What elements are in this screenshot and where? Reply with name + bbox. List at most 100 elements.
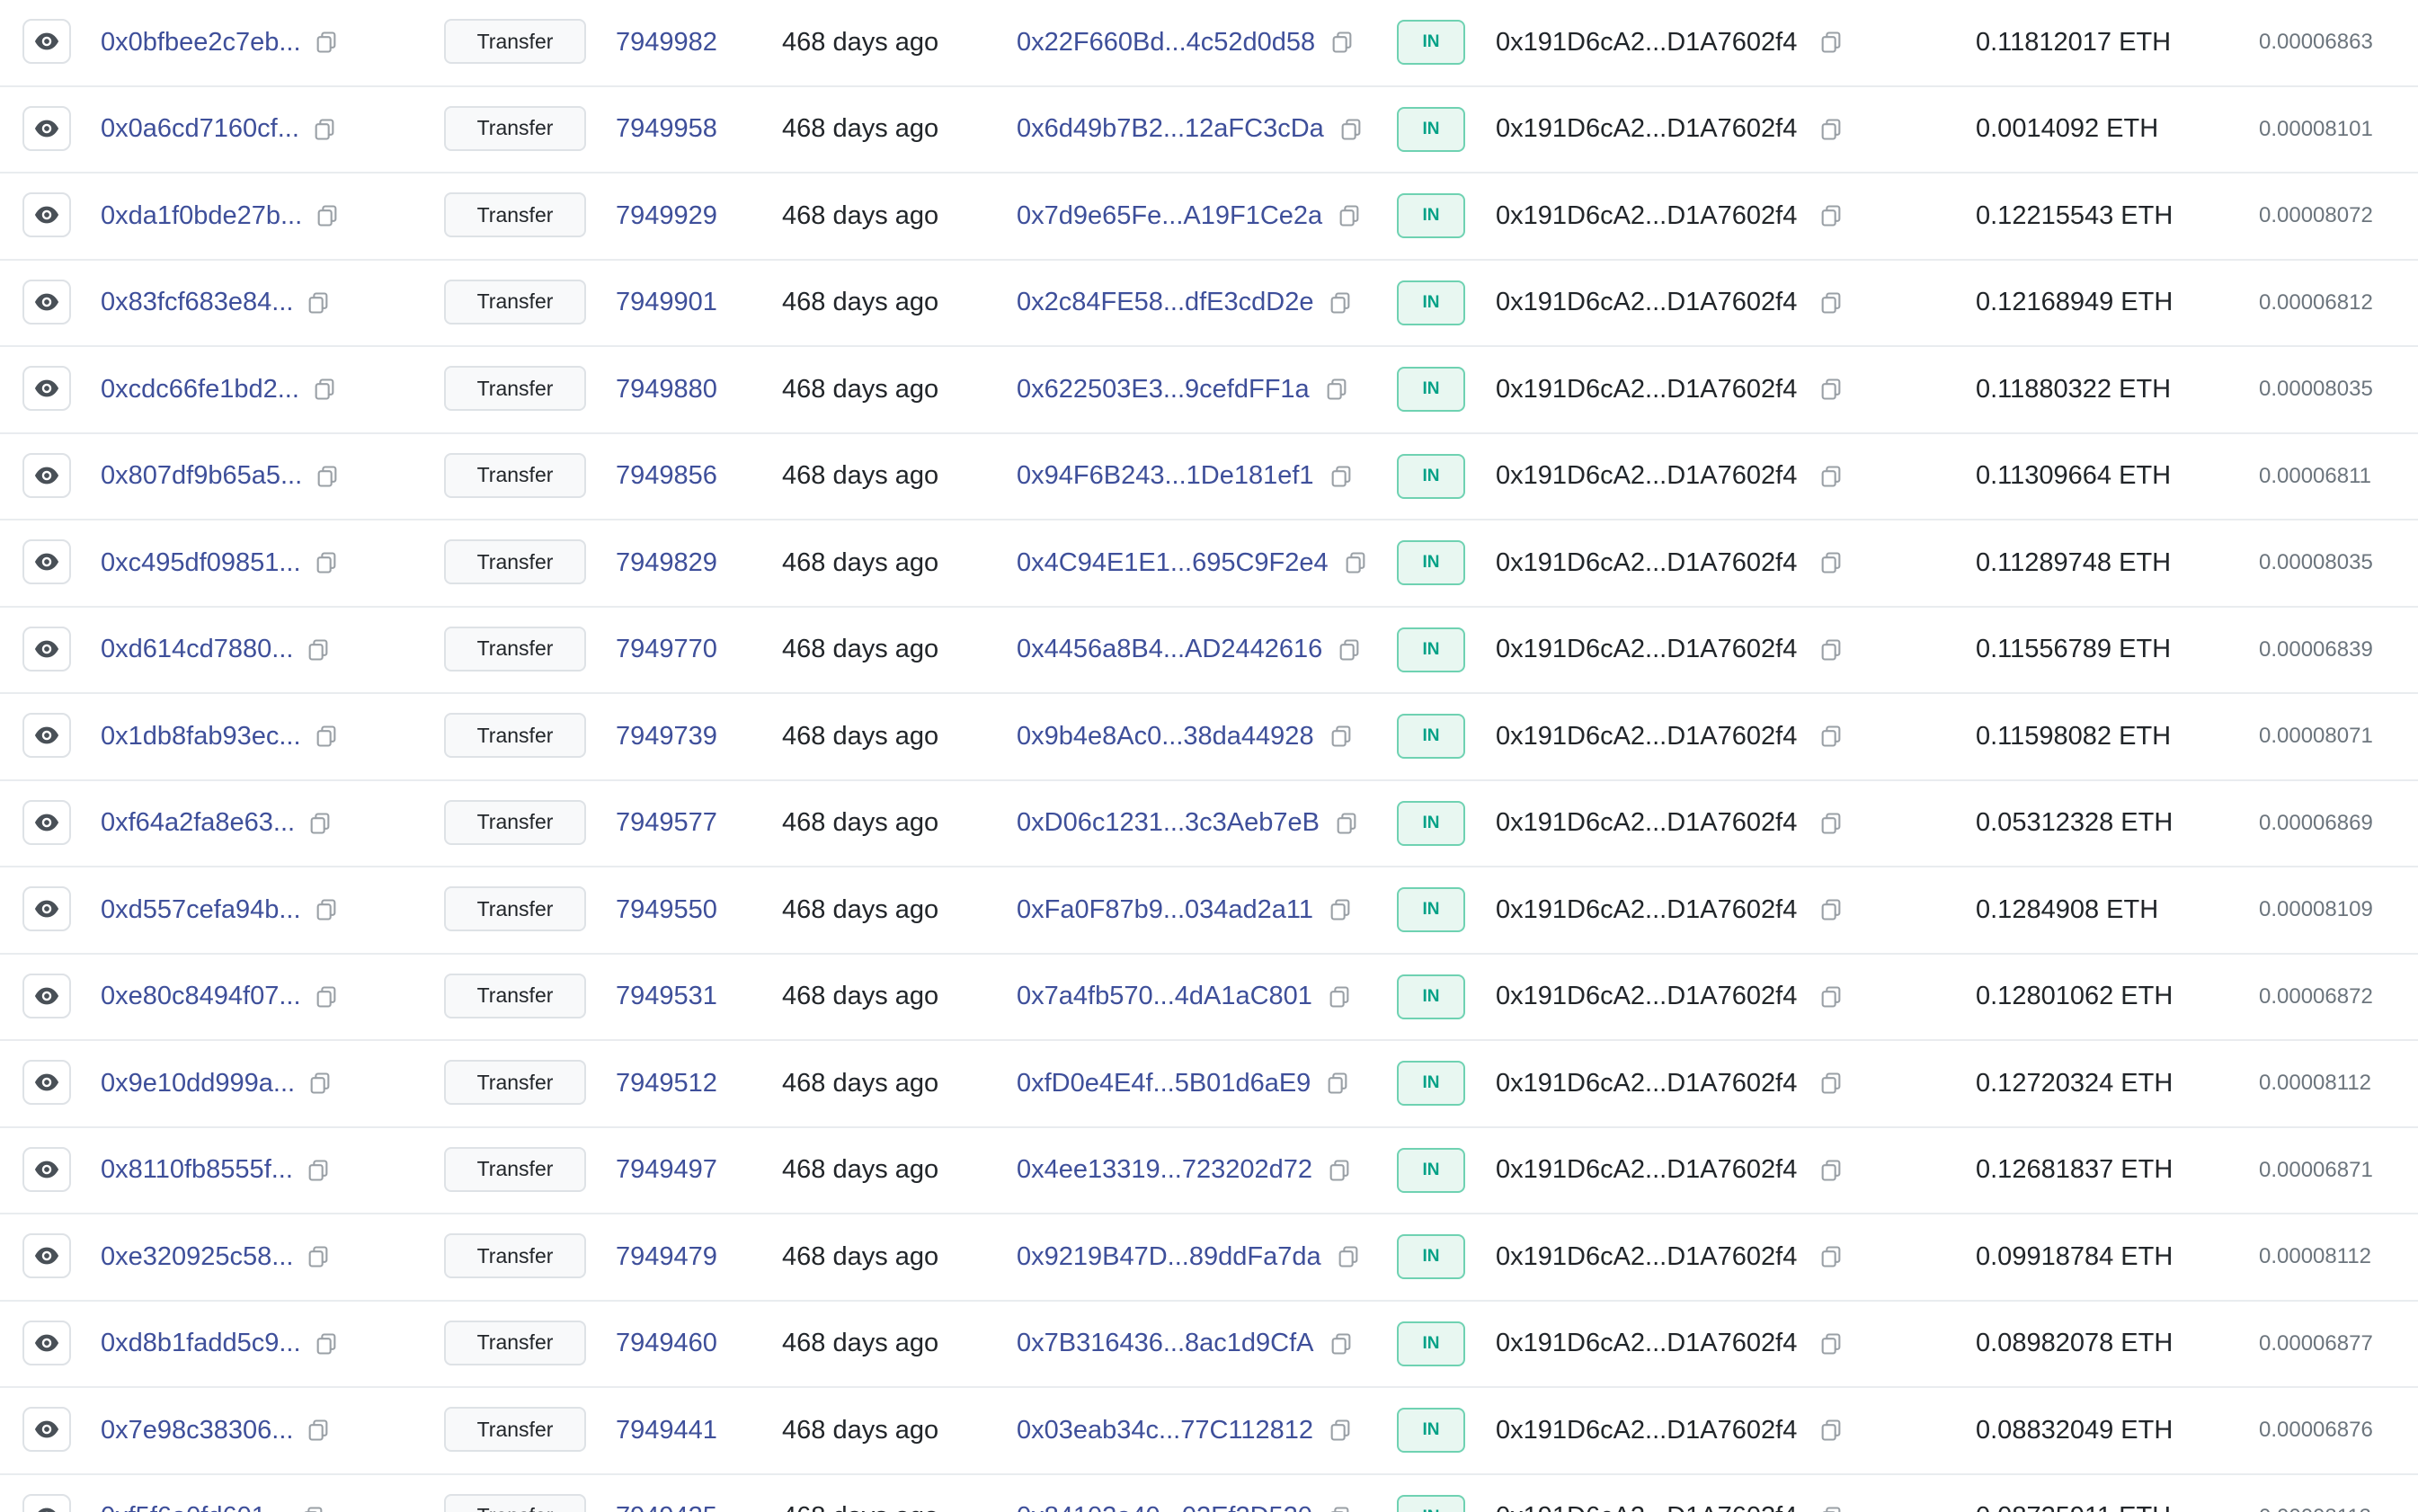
view-details-button[interactable]	[22, 973, 71, 1018]
copy-icon[interactable]	[304, 636, 333, 664]
tx-hash-link[interactable]: 0xda1f0bde27b...	[101, 201, 302, 231]
tx-hash-link[interactable]: 0x807df9b65a5...	[101, 461, 302, 491]
from-address-link[interactable]: 0x84102a40...02Ef2D520	[1017, 1502, 1312, 1512]
view-details-button[interactable]	[22, 19, 71, 64]
from-address-link[interactable]: 0x9219B47D...89ddFa7da	[1017, 1242, 1321, 1272]
copy-icon[interactable]	[1337, 115, 1365, 144]
copy-icon[interactable]	[1817, 1503, 1845, 1512]
copy-icon[interactable]	[312, 548, 341, 577]
copy-icon[interactable]	[1817, 1330, 1845, 1358]
from-address-link[interactable]: 0x6d49b7B2...12aFC3cDa	[1017, 114, 1324, 144]
tx-hash-link[interactable]: 0xd557cefa94b...	[101, 895, 301, 925]
from-address-link[interactable]: 0x4456a8B4...AD2442616	[1017, 635, 1322, 664]
copy-icon[interactable]	[1817, 201, 1845, 230]
tx-hash-link[interactable]: 0xc495df09851...	[101, 548, 301, 578]
from-address-link[interactable]: 0x9b4e8Ac0...38da44928	[1017, 722, 1314, 752]
tx-hash-link[interactable]: 0x1db8fab93ec...	[101, 722, 301, 752]
copy-icon[interactable]	[1817, 375, 1845, 404]
copy-icon[interactable]	[304, 1242, 333, 1271]
view-details-button[interactable]	[22, 1493, 71, 1512]
tx-hash-link[interactable]: 0xf64a2fa8e63...	[101, 808, 295, 838]
copy-icon[interactable]	[313, 201, 342, 230]
copy-icon[interactable]	[1327, 1330, 1356, 1358]
from-address-link[interactable]: 0x22F660Bd...4c52d0d58	[1017, 28, 1315, 58]
tx-hash-link[interactable]: 0xe320925c58...	[101, 1242, 293, 1272]
copy-icon[interactable]	[306, 809, 334, 838]
tx-hash-link[interactable]: 0xd8b1fadd5c9...	[101, 1329, 301, 1358]
from-address-link[interactable]: 0x622503E3...9cefdFF1a	[1017, 375, 1310, 405]
copy-icon[interactable]	[1328, 28, 1356, 57]
from-address-link[interactable]: 0x7d9e65Fe...A19F1Ce2a	[1017, 201, 1322, 231]
copy-icon[interactable]	[1335, 201, 1364, 230]
view-details-button[interactable]	[22, 105, 71, 151]
from-address-link[interactable]: 0xfD0e4E4f...5B01d6aE9	[1017, 1069, 1311, 1098]
block-number-link[interactable]: 7949901	[616, 288, 717, 317]
view-details-button[interactable]	[22, 366, 71, 411]
view-details-button[interactable]	[22, 1233, 71, 1278]
copy-icon[interactable]	[1322, 375, 1351, 404]
view-details-button[interactable]	[22, 279, 71, 325]
block-number-link[interactable]: 7949512	[616, 1069, 717, 1098]
copy-icon[interactable]	[304, 1156, 333, 1185]
tx-hash-link[interactable]: 0xe80c8494f07...	[101, 982, 301, 1011]
block-number-link[interactable]: 7949550	[616, 895, 717, 925]
copy-icon[interactable]	[1817, 28, 1845, 57]
copy-icon[interactable]	[1817, 115, 1845, 144]
from-address-link[interactable]: 0x4C94E1E1...695C9F2e4	[1017, 548, 1329, 578]
from-address-link[interactable]: 0x94F6B243...1De181ef1	[1017, 461, 1314, 491]
tx-hash-link[interactable]: 0x0bfbee2c7eb...	[101, 28, 301, 58]
block-number-link[interactable]: 7949460	[616, 1329, 717, 1358]
from-address-link[interactable]: 0x4ee13319...723202d72	[1017, 1155, 1312, 1185]
tx-hash-link[interactable]: 0x83fcf683e84...	[101, 288, 293, 317]
block-number-link[interactable]: 7949958	[616, 114, 717, 144]
copy-icon[interactable]	[1326, 289, 1355, 317]
copy-icon[interactable]	[1326, 1416, 1355, 1445]
block-number-link[interactable]: 7949577	[616, 808, 717, 838]
block-number-link[interactable]: 7949856	[616, 461, 717, 491]
copy-icon[interactable]	[1817, 1242, 1845, 1271]
from-address-link[interactable]: 0x2c84FE58...dfE3cdD2e	[1017, 288, 1313, 317]
view-details-button[interactable]	[22, 626, 71, 672]
tx-hash-link[interactable]: 0x0a6cd7160cf...	[101, 114, 299, 144]
copy-icon[interactable]	[312, 28, 341, 57]
copy-icon[interactable]	[310, 115, 339, 144]
copy-icon[interactable]	[313, 462, 342, 491]
view-details-button[interactable]	[22, 799, 71, 845]
copy-icon[interactable]	[310, 375, 339, 404]
block-number-link[interactable]: 7949829	[616, 548, 717, 578]
view-details-button[interactable]	[22, 713, 71, 758]
copy-icon[interactable]	[312, 722, 341, 751]
copy-icon[interactable]	[304, 289, 333, 317]
copy-icon[interactable]	[1327, 722, 1356, 751]
copy-icon[interactable]	[1817, 722, 1845, 751]
view-details-button[interactable]	[22, 452, 71, 498]
copy-icon[interactable]	[1325, 1503, 1354, 1512]
from-address-link[interactable]: 0xFa0F87b9...034ad2a11	[1017, 895, 1313, 925]
copy-icon[interactable]	[1341, 548, 1370, 577]
copy-icon[interactable]	[1817, 1416, 1845, 1445]
copy-icon[interactable]	[1327, 462, 1356, 491]
copy-icon[interactable]	[1817, 809, 1845, 838]
tx-hash-link[interactable]: 0xcdc66fe1bd2...	[101, 375, 299, 405]
copy-icon[interactable]	[1326, 895, 1355, 924]
tx-hash-link[interactable]: 0xf5f6a0fd601...	[101, 1502, 288, 1512]
view-details-button[interactable]	[22, 539, 71, 584]
tx-hash-link[interactable]: 0xd614cd7880...	[101, 635, 293, 664]
copy-icon[interactable]	[1817, 462, 1845, 491]
from-address-link[interactable]: 0x03eab34c...77C112812	[1017, 1416, 1313, 1445]
copy-icon[interactable]	[1325, 983, 1354, 1011]
copy-icon[interactable]	[1323, 1069, 1352, 1098]
from-address-link[interactable]: 0x7a4fb570...4dA1aC801	[1017, 982, 1312, 1011]
view-details-button[interactable]	[22, 1407, 71, 1452]
copy-icon[interactable]	[1817, 289, 1845, 317]
copy-icon[interactable]	[1817, 895, 1845, 924]
copy-icon[interactable]	[298, 1503, 327, 1512]
tx-hash-link[interactable]: 0x8110fb8555f...	[101, 1155, 293, 1185]
view-details-button[interactable]	[22, 192, 71, 237]
view-details-button[interactable]	[22, 1320, 71, 1365]
copy-icon[interactable]	[1817, 1156, 1845, 1185]
block-number-link[interactable]: 7949425	[616, 1502, 717, 1512]
copy-icon[interactable]	[1817, 548, 1845, 577]
block-number-link[interactable]: 7949982	[616, 28, 717, 58]
tx-hash-link[interactable]: 0x7e98c38306...	[101, 1416, 293, 1445]
